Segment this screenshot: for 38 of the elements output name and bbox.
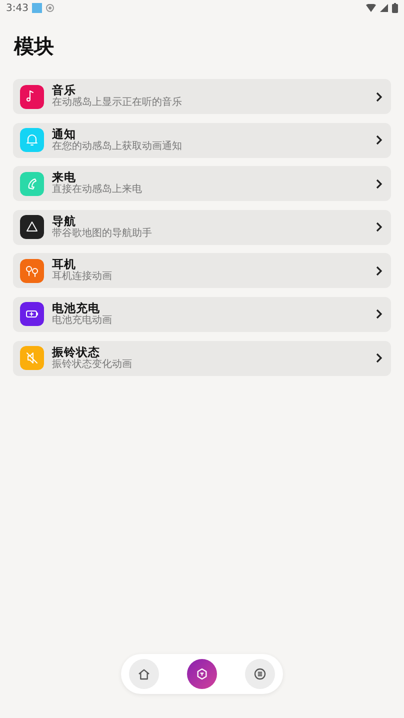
module-item[interactable]: 振铃状态 振铃状态变化动画: [13, 340, 391, 376]
module-title: 电池充电: [52, 302, 101, 315]
module-item[interactable]: 来电 直接在动感岛上来电: [13, 166, 391, 202]
module-title: 通知: [52, 128, 77, 141]
signal-icon: [380, 4, 388, 12]
menu-nav-button[interactable]: [245, 659, 275, 689]
wifi-icon: [366, 4, 376, 12]
app-notification-icon: [32, 3, 42, 13]
module-description: 电池充电动画: [52, 314, 113, 327]
chevron-right-icon: [375, 266, 383, 276]
module-title: 音乐: [52, 84, 76, 97]
clock: 3:43: [6, 2, 28, 14]
module-title: 来电: [52, 171, 76, 184]
chevron-right-icon: [375, 135, 383, 146]
chevron-right-icon: [375, 92, 383, 102]
modules-nav-button[interactable]: [187, 659, 217, 689]
module-item[interactable]: 耳机 耳机连接动画: [13, 253, 391, 288]
battery-icon: [392, 3, 398, 13]
chevron-right-icon: [375, 222, 383, 232]
module-item[interactable]: 导航 带谷歌地图的导航助手: [13, 210, 391, 245]
module-title: 导航: [52, 214, 77, 228]
module-description: 振铃状态变化动画: [52, 358, 133, 371]
module-description: 在动感岛上显示正在听的音乐: [52, 97, 183, 109]
module-item[interactable]: 电池充电 电池充电动画: [13, 296, 391, 332]
module-description: 耳机连接动画: [52, 271, 113, 284]
module-description: 带谷歌地图的导航助手: [52, 228, 153, 240]
module-title: 振铃状态: [52, 346, 100, 359]
chevron-right-icon: [375, 353, 383, 364]
module-title: 耳机: [52, 258, 76, 272]
home-nav-button[interactable]: [129, 659, 159, 689]
chevron-right-icon: [375, 178, 383, 189]
module-description: 在您的动感岛上获取动画通知: [52, 140, 183, 153]
module-item[interactable]: 音乐 在动感岛上显示正在听的音乐: [13, 79, 391, 114]
page-title: 模块: [14, 34, 55, 58]
module-item[interactable]: 通知 在您的动感岛上获取动画通知: [13, 122, 391, 158]
chevron-right-icon: [375, 309, 383, 320]
module-description: 直接在动感岛上来电: [52, 184, 143, 196]
record-icon: [46, 4, 54, 12]
